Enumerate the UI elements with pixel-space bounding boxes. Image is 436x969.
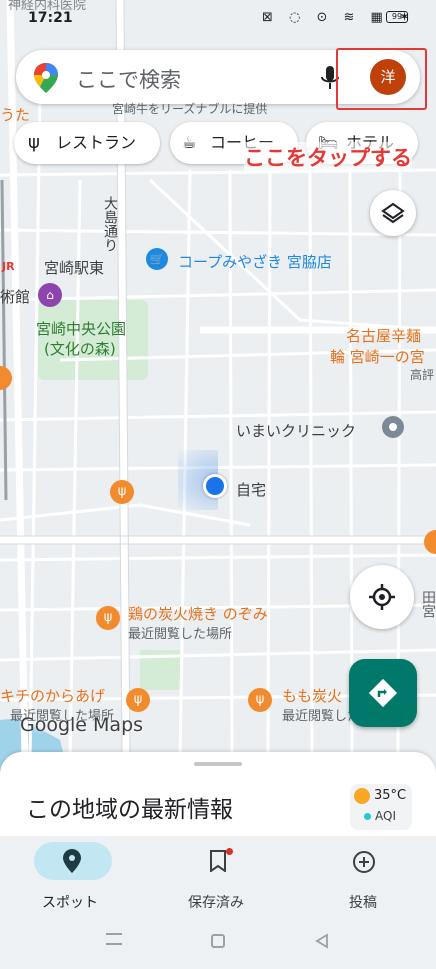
coffee-cup-icon: ☕: [182, 133, 197, 152]
battery-level: 99: [391, 12, 403, 21]
map-label-tori-sub: 最近閲覧した場所: [128, 627, 233, 642]
notification-dot: [226, 848, 233, 855]
map-label-park-sub: (文化の森): [44, 340, 116, 358]
nav-item-post[interactable]: 投稿: [312, 842, 416, 912]
nav-item-spots[interactable]: スポット: [20, 842, 124, 912]
status-overlay-text: 神経内科医院: [8, 0, 87, 13]
nav-label: スポット: [42, 895, 98, 911]
restaurant-pin[interactable]: ψ: [96, 606, 120, 630]
museum-icon: ⌂: [46, 288, 54, 302]
fork-knife-icon: ψ: [28, 132, 40, 153]
weather-badge[interactable]: 35°C AQI: [350, 784, 412, 830]
restaurant-pin[interactable]: ψ: [248, 688, 272, 712]
fork-knife-icon: ψ: [117, 484, 127, 499]
recent-apps-icon[interactable]: [106, 933, 122, 945]
sheet-title: この地域の最新情報: [26, 797, 233, 823]
bottom-nav: スポット 保存済み 投稿: [0, 836, 436, 969]
home-icon[interactable]: [211, 934, 225, 948]
map-label-top-banner: 宮崎牛をリーズナブルに提供: [112, 102, 268, 116]
layers-icon: [381, 202, 405, 224]
sun-icon: [354, 788, 370, 804]
map-label-jr: JR: [2, 260, 15, 273]
chip-restaurant[interactable]: ψ レストラン: [14, 122, 160, 164]
annotation-highlight-box: [336, 48, 427, 110]
fork-knife-icon: ψ: [103, 610, 113, 625]
map-label-home[interactable]: 自宅: [236, 479, 266, 500]
aqi-dot: [364, 813, 371, 820]
fork-knife-icon: ψ: [133, 692, 143, 707]
aqi-label: AQI: [375, 809, 396, 823]
current-location-dot: [203, 474, 227, 498]
map-label-park: 宮崎中央公園: [36, 320, 127, 338]
sheet-drag-handle[interactable]: [194, 762, 242, 766]
shopping-cart-icon: 🛒: [149, 252, 165, 266]
nav-item-saved[interactable]: 保存済み: [166, 842, 270, 912]
map-label-momo[interactable]: もも炭火: [282, 685, 342, 706]
map-label-kichi[interactable]: キチのからあげ: [0, 685, 105, 706]
map-label-right-edge: 田宮: [420, 590, 436, 618]
weather-temp: 35°C: [374, 788, 407, 803]
maps-logo-icon: [34, 63, 58, 93]
museum-pin[interactable]: ⌂: [38, 283, 62, 307]
map-label-street: 大島通り: [102, 196, 118, 252]
directions-button[interactable]: [349, 659, 417, 727]
map-label-nagoya-2: 輪 宮崎一の宮: [330, 348, 425, 366]
chip-label: レストラン: [56, 133, 137, 152]
restaurant-pin[interactable]: ψ: [110, 480, 134, 504]
restaurant-pin[interactable]: ψ: [126, 688, 150, 712]
map-label-nagoya-3: 高評: [410, 368, 435, 382]
nav-label: 保存済み: [188, 895, 244, 911]
map-label-coop[interactable]: コープみやざき 宮脇店: [178, 251, 332, 272]
bookmark-icon: [210, 850, 226, 872]
map-label-tori[interactable]: 鶏の炭火焼き のぞみ: [128, 603, 268, 624]
map-label-imai[interactable]: いまいクリニック: [236, 420, 356, 441]
map-label-museum: 術館: [0, 288, 31, 306]
google-maps-watermark: Google Maps: [20, 714, 144, 736]
nav-label: 投稿: [349, 895, 377, 911]
map-label-top-left: うた: [0, 106, 31, 124]
battery-icon: 99: [386, 11, 408, 23]
map-label-nagoya[interactable]: 名古屋辛麺: [346, 325, 421, 346]
clinic-pin[interactable]: [382, 416, 404, 438]
fork-knife-icon: ψ: [255, 692, 265, 707]
my-location-button[interactable]: [350, 565, 414, 629]
map-label-station: 宮崎駅東: [44, 259, 105, 277]
coop-pin[interactable]: 🛒: [146, 248, 168, 270]
add-circle-icon: [353, 851, 375, 873]
annotation-text: ここをタップする: [244, 142, 412, 172]
status-bar: 17:21 神経内科医院 ⊠ ◌ ⊙ ≋ ▦ ✶ 99: [0, 0, 436, 36]
bottom-sheet[interactable]: この地域の最新情報 35°C AQI: [0, 752, 436, 842]
location-pin-icon: [63, 849, 81, 873]
back-icon[interactable]: [314, 933, 330, 949]
directions-icon: [368, 678, 398, 708]
crosshair-icon: [369, 584, 395, 610]
search-input[interactable]: ここで検索: [76, 64, 181, 94]
clinic-icon: [389, 423, 397, 431]
layers-button[interactable]: [370, 190, 416, 236]
